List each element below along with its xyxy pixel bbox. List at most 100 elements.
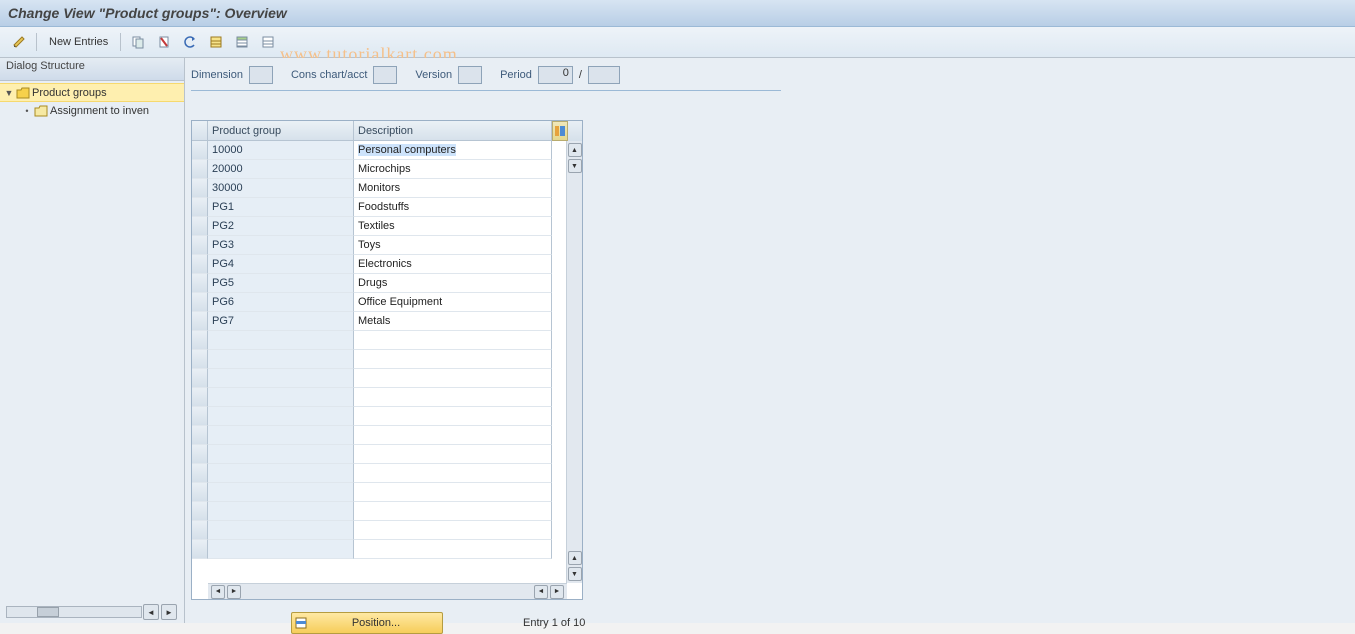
cell-description[interactable]: Drugs xyxy=(354,274,552,293)
table-row[interactable]: 20000Microchips xyxy=(192,160,582,179)
cell-product-group[interactable] xyxy=(208,464,354,483)
cell-description[interactable] xyxy=(354,331,552,350)
cell-product-group[interactable]: 30000 xyxy=(208,179,354,198)
row-select-handle[interactable] xyxy=(192,350,208,369)
cell-description[interactable]: Personal computers xyxy=(354,141,552,160)
row-select-handle[interactable] xyxy=(192,464,208,483)
grid-hscroll[interactable]: ◄ ► ◄ ► xyxy=(208,583,567,599)
cell-description[interactable]: Metals xyxy=(354,312,552,331)
table-row[interactable]: PG1Foodstuffs xyxy=(192,198,582,217)
table-row[interactable] xyxy=(192,331,582,350)
cell-product-group[interactable] xyxy=(208,502,354,521)
cell-product-group[interactable] xyxy=(208,540,354,559)
toggle-edit-icon[interactable] xyxy=(8,31,30,53)
row-select-handle[interactable] xyxy=(192,179,208,198)
row-select-handle[interactable] xyxy=(192,160,208,179)
table-row[interactable] xyxy=(192,483,582,502)
scroll-last-icon[interactable]: ► xyxy=(550,585,564,599)
tree-expand-icon[interactable]: ▼ xyxy=(4,88,14,98)
table-row[interactable] xyxy=(192,521,582,540)
cell-product-group[interactable] xyxy=(208,407,354,426)
table-settings-icon[interactable] xyxy=(552,121,568,141)
cell-description[interactable]: Textiles xyxy=(354,217,552,236)
deselect-all-icon[interactable] xyxy=(257,31,279,53)
row-select-handle[interactable] xyxy=(192,369,208,388)
row-select-handle[interactable] xyxy=(192,388,208,407)
row-select-handle[interactable] xyxy=(192,198,208,217)
cell-product-group[interactable] xyxy=(208,483,354,502)
scroll-first-icon[interactable]: ◄ xyxy=(211,585,225,599)
cell-product-group[interactable] xyxy=(208,426,354,445)
table-row[interactable] xyxy=(192,445,582,464)
cell-description[interactable] xyxy=(354,369,552,388)
grid-vscroll[interactable]: ▲ ▼ ▲ ▼ xyxy=(566,141,582,583)
cell-description[interactable]: Microchips xyxy=(354,160,552,179)
table-row[interactable]: 10000Personal computers xyxy=(192,141,582,160)
cell-description[interactable]: Monitors xyxy=(354,179,552,198)
cell-description[interactable] xyxy=(354,445,552,464)
scroll-left-icon[interactable]: ► xyxy=(227,585,241,599)
table-row[interactable]: PG3Toys xyxy=(192,236,582,255)
table-row[interactable]: PG6Office Equipment xyxy=(192,293,582,312)
cell-product-group[interactable]: 10000 xyxy=(208,141,354,160)
cell-description[interactable]: Toys xyxy=(354,236,552,255)
row-select-handle[interactable] xyxy=(192,540,208,559)
cell-product-group[interactable]: PG5 xyxy=(208,274,354,293)
cell-description[interactable] xyxy=(354,426,552,445)
scroll-up-step-icon[interactable]: ▼ xyxy=(568,159,582,173)
cell-description[interactable] xyxy=(354,407,552,426)
col-header-description[interactable]: Description xyxy=(354,121,552,141)
cell-product-group[interactable]: PG4 xyxy=(208,255,354,274)
table-row[interactable] xyxy=(192,426,582,445)
tree-node-assignment[interactable]: • Assignment to inven xyxy=(0,102,184,119)
cell-product-group[interactable]: PG7 xyxy=(208,312,354,331)
scrollbar-track[interactable] xyxy=(6,606,142,618)
cell-description[interactable] xyxy=(354,502,552,521)
scroll-right-icon[interactable]: ► xyxy=(161,604,177,620)
scroll-down-icon[interactable]: ▼ xyxy=(568,567,582,581)
delete-icon[interactable] xyxy=(153,31,175,53)
table-row[interactable] xyxy=(192,407,582,426)
grid-selectall-header[interactable] xyxy=(192,121,208,141)
cell-description[interactable] xyxy=(354,540,552,559)
row-select-handle[interactable] xyxy=(192,293,208,312)
cell-product-group[interactable] xyxy=(208,331,354,350)
scroll-right-icon[interactable]: ◄ xyxy=(534,585,548,599)
period-input-a[interactable]: 0 xyxy=(538,66,573,84)
sidebar-hscroll[interactable]: ◄ ► xyxy=(6,604,178,620)
row-select-handle[interactable] xyxy=(192,312,208,331)
table-row[interactable] xyxy=(192,388,582,407)
table-row[interactable]: PG7Metals xyxy=(192,312,582,331)
select-all-icon[interactable] xyxy=(205,31,227,53)
select-block-icon[interactable] xyxy=(231,31,253,53)
row-select-handle[interactable] xyxy=(192,255,208,274)
table-row[interactable]: PG2Textiles xyxy=(192,217,582,236)
table-row[interactable] xyxy=(192,369,582,388)
table-row[interactable]: 30000Monitors xyxy=(192,179,582,198)
cell-product-group[interactable] xyxy=(208,445,354,464)
cell-description[interactable]: Office Equipment xyxy=(354,293,552,312)
row-select-handle[interactable] xyxy=(192,331,208,350)
cell-product-group[interactable]: 20000 xyxy=(208,160,354,179)
row-select-handle[interactable] xyxy=(192,445,208,464)
table-row[interactable] xyxy=(192,540,582,559)
dimension-input[interactable] xyxy=(249,66,273,84)
table-row[interactable] xyxy=(192,464,582,483)
undo-icon[interactable] xyxy=(179,31,201,53)
row-select-handle[interactable] xyxy=(192,483,208,502)
table-row[interactable] xyxy=(192,502,582,521)
row-select-handle[interactable] xyxy=(192,236,208,255)
cell-product-group[interactable] xyxy=(208,388,354,407)
cell-description[interactable] xyxy=(354,483,552,502)
copy-icon[interactable] xyxy=(127,31,149,53)
row-select-handle[interactable] xyxy=(192,502,208,521)
cell-product-group[interactable] xyxy=(208,369,354,388)
row-select-handle[interactable] xyxy=(192,521,208,540)
cell-product-group[interactable]: PG1 xyxy=(208,198,354,217)
cell-description[interactable]: Electronics xyxy=(354,255,552,274)
position-button[interactable]: Position... xyxy=(291,612,443,634)
col-header-product-group[interactable]: Product group xyxy=(208,121,354,141)
row-select-handle[interactable] xyxy=(192,426,208,445)
cell-description[interactable]: Foodstuffs xyxy=(354,198,552,217)
cell-description[interactable] xyxy=(354,350,552,369)
